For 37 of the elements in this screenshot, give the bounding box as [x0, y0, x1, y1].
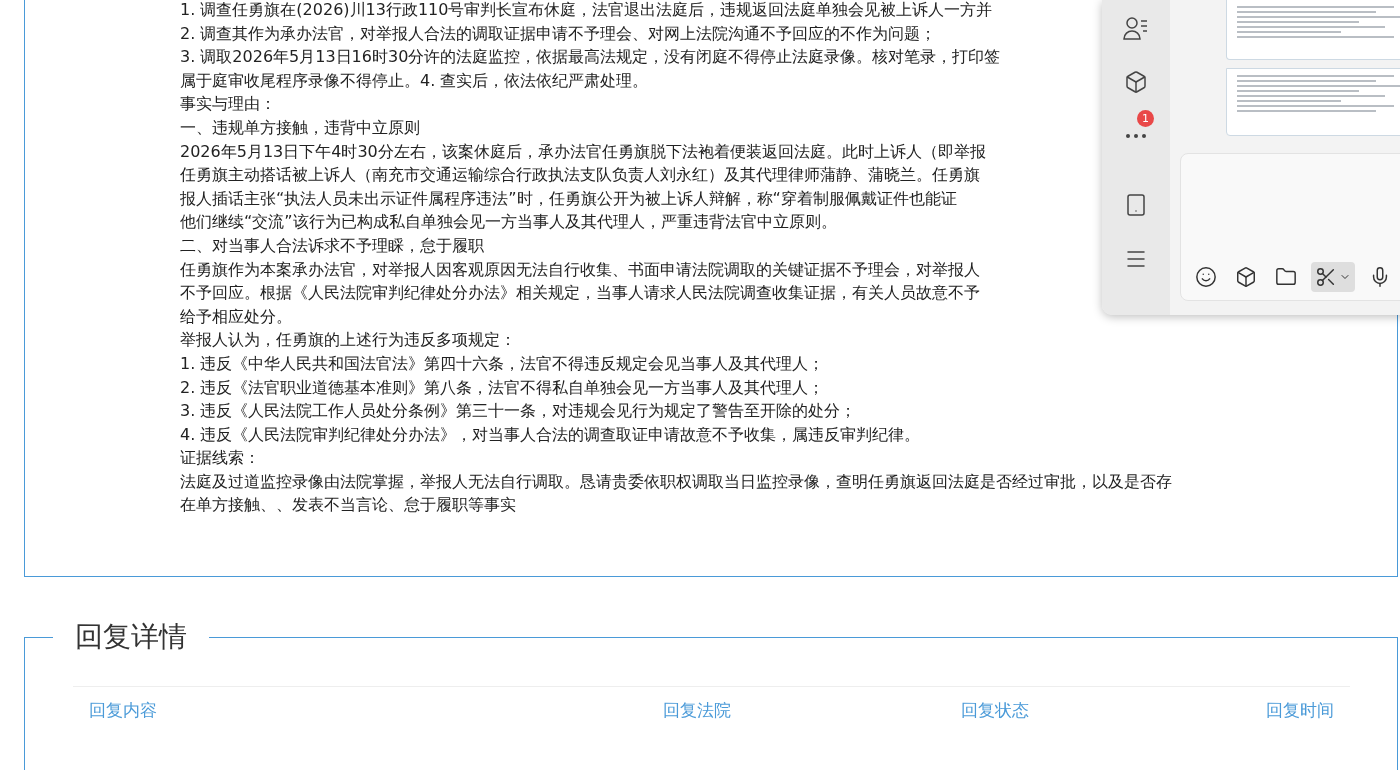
- complaint-text: 法庭及过道监控录像由法院掌握，举报人无法自行调取。恳请贵委依职权调取当日监控录像，查明任勇旗返回法庭是否经过审批，以及是否存: [180, 470, 1172, 493]
- scissors-icon: [1315, 266, 1337, 288]
- tablet-icon: [1124, 193, 1148, 217]
- column-header: 回复时间: [1265, 699, 1335, 722]
- emoji-icon: [1195, 266, 1217, 288]
- complaint-text: 举报人认为，任勇旗的上述行为违反多项规定：: [180, 329, 516, 352]
- complaint-text: 事实与理由：: [180, 93, 276, 116]
- notification-badge: 1: [1137, 110, 1154, 127]
- toolbar-button[interactable]: [1311, 262, 1355, 292]
- message-input[interactable]: [1180, 153, 1400, 301]
- complaint-text: 证据线索：: [180, 447, 260, 470]
- complaint-text: 4. 违反《人民法院审判纪律处分办法》，对当事人合法的调查取证申请故意不予收集，属违反审判纪律。: [180, 423, 921, 446]
- contacts-icon: [1123, 16, 1149, 40]
- column-header: 回复法院: [662, 699, 732, 722]
- complaint-text: 给予相应处分。: [180, 305, 292, 328]
- complaint-text: 1. 调查任勇旗在(2026)川13行政110号审判长宣布休庭，法官退出法庭后，违规返回法庭单独会见被上诉人一方并: [180, 0, 993, 21]
- complaint-text: 二、对当事人合法诉求不予理睬，怠于履职: [180, 234, 484, 257]
- complaint-text: 在单方接触、、发表不当言论、怠于履职等事实: [180, 494, 516, 517]
- complaint-text: 他们继续“交流”该行为已构成私自单独会见一方当事人及其代理人，严重违背法官中立原则。: [180, 211, 837, 234]
- column-header: 回复状态: [960, 699, 1030, 722]
- complaint-text: 3. 违反《人民法院工作人员处分条例》第三十一条，对违规会见行为规定了警告至开除的处分；: [180, 400, 857, 423]
- complaint-text: 任勇旗主动搭话被上诉人（南充市交通运输综合行政执法支队负责人刘永红）及其代理律师蒲静、蒲晓兰。任勇旗: [180, 164, 980, 187]
- cube-icon: [1235, 266, 1257, 288]
- complaint-text: 不予回应。根据《人民法院审判纪律处分办法》相关规定，当事人请求人民法院调查收集证据，有关人员故意不予: [180, 282, 980, 305]
- complaint-text: 2. 调查其作为承办法官，对举报人合法的调取证据申请不予理会、对网上法院沟通不予回应的不作为问题；: [180, 22, 937, 45]
- folder-icon: [1275, 266, 1297, 288]
- cube-icon: [1124, 70, 1148, 94]
- column-header: 回复内容: [88, 699, 158, 722]
- complaint-text: 属于庭审收尾程序录像不得停止。4. 查实后，依法依纪严肃处理。: [180, 69, 649, 92]
- complaint-text: 任勇旗作为本案承办法官，对举报人因客观原因无法自行收集、书面申请法院调取的关键证据不予理会，对举报人: [180, 258, 980, 281]
- complaint-text: 报人插话主张“执法人员未出示证件属程序违法”时，任勇旗公开为被上诉人辩解，称“穿着制服佩戴证件也能证: [180, 187, 957, 210]
- complaint-text: 一、违规单方接触，违背中立原则: [180, 116, 420, 139]
- complaint-text: 3. 调取2026年5月13日16时30分许的法庭监控，依据最高法规定，没有闭庭不得停止法庭录像。核对笔录，打印签: [180, 46, 1001, 69]
- complaint-text: 2026年5月13日下午4时30分左右，该案休庭后，承办法官任勇旗脱下法袍着便装返回法庭。此时上诉人（即举报: [180, 140, 986, 163]
- complaint-text: 1. 违反《中华人民共和国法官法》第四十六条，法官不得违反规定会见当事人及其代理人；: [180, 352, 825, 375]
- complaint-text: 2. 违反《法官职业道德基本准则》第八条，法官不得私自单独会见一方当事人及其代理人；: [180, 376, 825, 399]
- more-icon: [1126, 134, 1146, 138]
